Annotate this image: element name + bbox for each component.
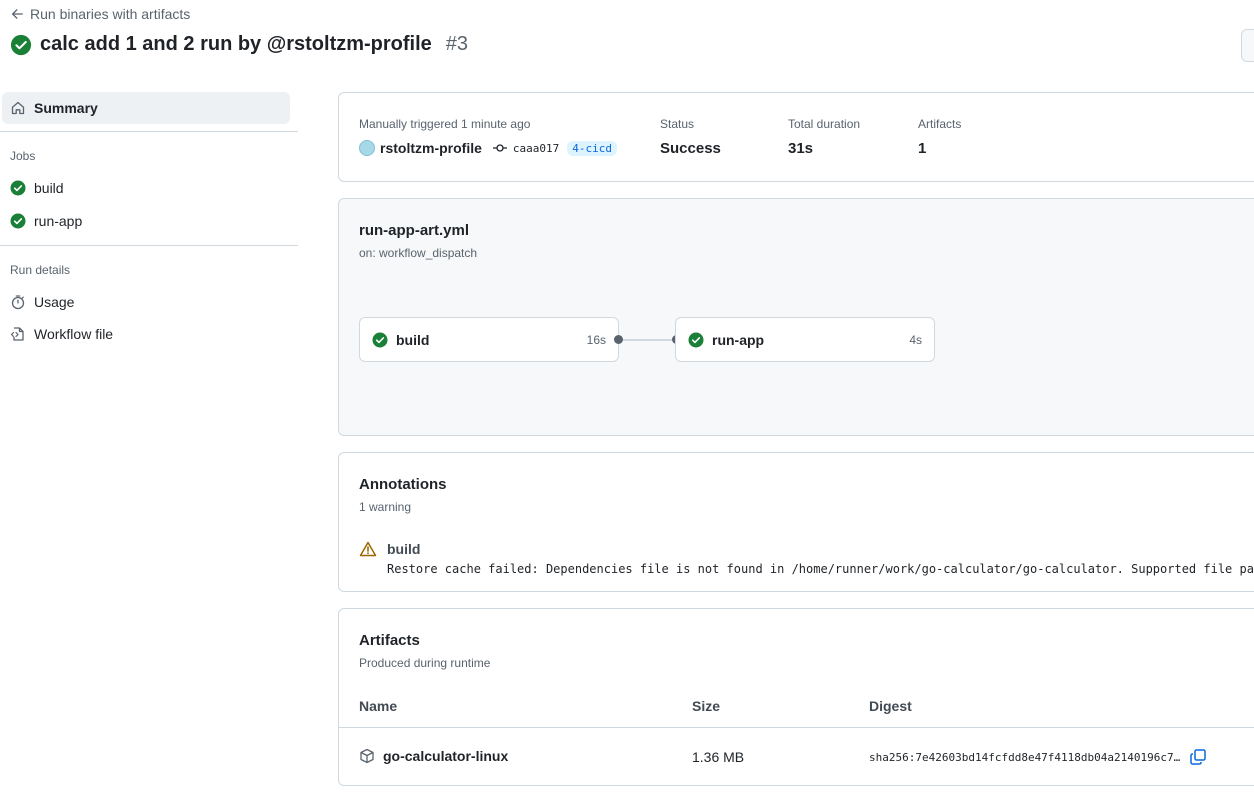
run-summary-card: Manually triggered 1 minute ago rstoltzm… <box>338 92 1254 182</box>
jobs-heading: Jobs <box>10 149 36 163</box>
actor-link[interactable]: rstoltzm-profile <box>380 140 482 156</box>
run-number: #3 <box>445 33 469 55</box>
artifacts-count: 1 <box>918 140 927 157</box>
column-header-digest: Digest <box>869 698 912 714</box>
artifact-download-link[interactable]: go-calculator-linux <box>383 748 508 764</box>
sidebar-item-label: Usage <box>34 294 75 310</box>
duration-label: Total duration <box>788 117 861 131</box>
workflow-trigger: on: workflow_dispatch <box>359 246 478 260</box>
arrow-left-icon <box>10 7 24 21</box>
annotations-title: Annotations <box>359 476 447 493</box>
job-name: run-app <box>712 331 765 348</box>
workflow-graph-card: run-app-art.yml on: workflow_dispatch bu… <box>338 198 1254 436</box>
sidebar-item-job-build[interactable]: build <box>10 180 64 196</box>
annotation-item: build <box>359 541 420 557</box>
sidebar-item-label: build <box>34 180 64 196</box>
stopwatch-icon <box>10 294 26 310</box>
column-header-name: Name <box>359 698 398 714</box>
check-circle-icon <box>688 332 704 348</box>
check-circle-icon <box>10 213 26 229</box>
sidebar-item-job-run-app[interactable]: run-app <box>10 213 82 229</box>
sidebar-item-workflow-file[interactable]: Workflow file <box>10 326 113 342</box>
copy-icon[interactable] <box>1189 748 1207 766</box>
alert-warning-icon <box>359 541 377 557</box>
back-link-label: Run binaries with artifacts <box>30 6 191 22</box>
job-duration: 4s <box>909 332 922 347</box>
annotation-job-link[interactable]: build <box>387 541 420 557</box>
package-icon <box>359 748 375 764</box>
sidebar-item-usage[interactable]: Usage <box>10 294 74 310</box>
page-title: calc add 1 and 2 run by @rstoltzm-profil… <box>40 33 432 55</box>
trigger-text: Manually triggered 1 minute ago <box>359 117 531 131</box>
column-header-size: Size <box>692 698 721 714</box>
home-icon <box>10 100 26 116</box>
file-code-icon <box>10 326 26 342</box>
status-label: Status <box>660 117 695 131</box>
graph-job-run-app[interactable]: run-app 4s <box>675 317 935 362</box>
success-status-icon <box>10 34 32 56</box>
artifact-row-name: go-calculator-linux <box>359 748 508 764</box>
branch-label[interactable]: 4-cicd <box>567 140 617 156</box>
graph-job-build[interactable]: build 16s <box>359 317 619 362</box>
status-value: Success <box>660 140 721 157</box>
avatar[interactable] <box>359 140 375 156</box>
artifact-digest: sha256:7e42603bd14fcfdd8e47f4118db04a214… <box>869 751 1181 764</box>
sidebar-divider <box>0 131 298 132</box>
page-title-row: calc add 1 and 2 run by @rstoltzm-profil… <box>10 33 468 56</box>
sidebar-item-label: Summary <box>34 100 98 116</box>
job-connector <box>622 339 677 341</box>
job-duration: 16s <box>586 332 606 347</box>
job-name: build <box>396 331 430 348</box>
annotation-message: Restore cache failed: Dependencies file … <box>387 562 1254 576</box>
run-actions-button[interactable] <box>1241 29 1254 62</box>
sidebar-item-label: run-app <box>34 213 83 229</box>
connector-dot <box>614 335 623 344</box>
annotations-count: 1 warning <box>359 500 412 514</box>
artifacts-title: Artifacts <box>359 632 420 649</box>
table-divider <box>339 727 1254 728</box>
run-details-heading: Run details <box>10 263 71 277</box>
sidebar-item-label: Workflow file <box>34 326 114 342</box>
duration-value: 31s <box>788 140 814 157</box>
artifact-size: 1.36 MB <box>692 749 745 765</box>
workflow-file-name[interactable]: run-app-art.yml <box>359 222 469 239</box>
annotations-card: Annotations 1 warning build Restore cach… <box>338 452 1254 592</box>
check-circle-icon <box>10 180 26 196</box>
commit-sha-link[interactable]: caaa017 <box>513 142 559 155</box>
git-commit-icon <box>492 142 508 154</box>
sidebar-divider <box>0 245 298 246</box>
artifacts-card: Artifacts Produced during runtime Name S… <box>338 608 1254 786</box>
back-link[interactable]: Run binaries with artifacts <box>10 6 190 22</box>
sidebar-item-summary[interactable]: Summary <box>2 92 290 124</box>
artifacts-subtitle: Produced during runtime <box>359 656 491 670</box>
check-circle-icon <box>372 332 388 348</box>
actor-row: rstoltzm-profile caaa017 4-cicd <box>359 140 617 156</box>
artifacts-label: Artifacts <box>918 117 962 131</box>
